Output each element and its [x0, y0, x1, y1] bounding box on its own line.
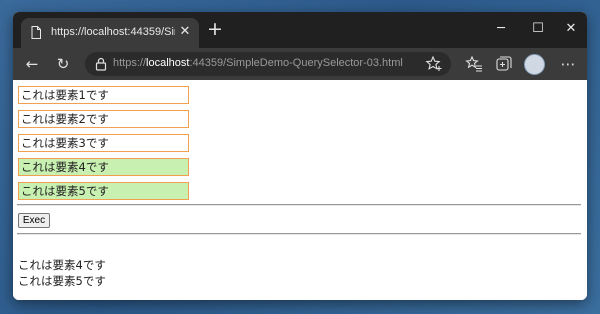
divider-bottom: [17, 233, 581, 235]
element-box-1: これは要素1です: [18, 86, 189, 104]
close-window-icon[interactable]: ✕: [561, 20, 581, 38]
profile-avatar[interactable]: [524, 54, 545, 75]
title-bar: https://localhost:44359/SimpleDemo-Query…: [13, 12, 587, 48]
tab-close-icon[interactable]: ✕: [178, 25, 192, 39]
browser-window: https://localhost:44359/SimpleDemo-Query…: [13, 12, 587, 300]
new-tab-icon[interactable]: +: [206, 20, 224, 39]
page-content: これは要素1です これは要素2です これは要素3です これは要素4です これは要…: [13, 80, 587, 300]
maximize-icon[interactable]: ☐: [528, 20, 548, 38]
page-icon: [31, 26, 41, 39]
element-box-3: これは要素3です: [18, 134, 189, 152]
browser-toolbar: ← ↻ https://localhost:44359/SimpleDemo-Q…: [13, 48, 587, 80]
result-line-1: これは要素4です: [18, 258, 106, 272]
exec-button[interactable]: Exec: [18, 213, 50, 228]
element-box-5: これは要素5です: [18, 182, 189, 200]
address-bar[interactable]: https://localhost:44359/SimpleDemo-Query…: [85, 52, 451, 76]
favorite-add-icon[interactable]: [425, 55, 443, 73]
more-icon[interactable]: ⋯: [558, 54, 578, 74]
url-scheme: https://: [113, 57, 147, 69]
lock-icon[interactable]: [95, 57, 107, 71]
back-icon[interactable]: ←: [22, 54, 42, 74]
collections-icon[interactable]: [495, 55, 513, 73]
element-box-2: これは要素2です: [18, 110, 189, 128]
minimize-icon[interactable]: ─: [491, 20, 511, 38]
tab-title: https://localhost:44359/SimpleDemo-Query…: [51, 26, 175, 38]
favorites-icon[interactable]: [465, 55, 483, 73]
divider-top: [17, 204, 581, 206]
element-box-4: これは要素4です: [18, 158, 189, 176]
url-path: :44359/SimpleDemo-QuerySelector-03.html: [189, 57, 403, 69]
url-host: localhost: [146, 57, 190, 69]
address-url[interactable]: https://localhost:44359/SimpleDemo-Query…: [113, 57, 433, 72]
result-line-2: これは要素5です: [18, 274, 106, 288]
refresh-icon[interactable]: ↻: [53, 54, 73, 74]
browser-tab[interactable]: https://localhost:44359/SimpleDemo-Query…: [21, 18, 199, 48]
